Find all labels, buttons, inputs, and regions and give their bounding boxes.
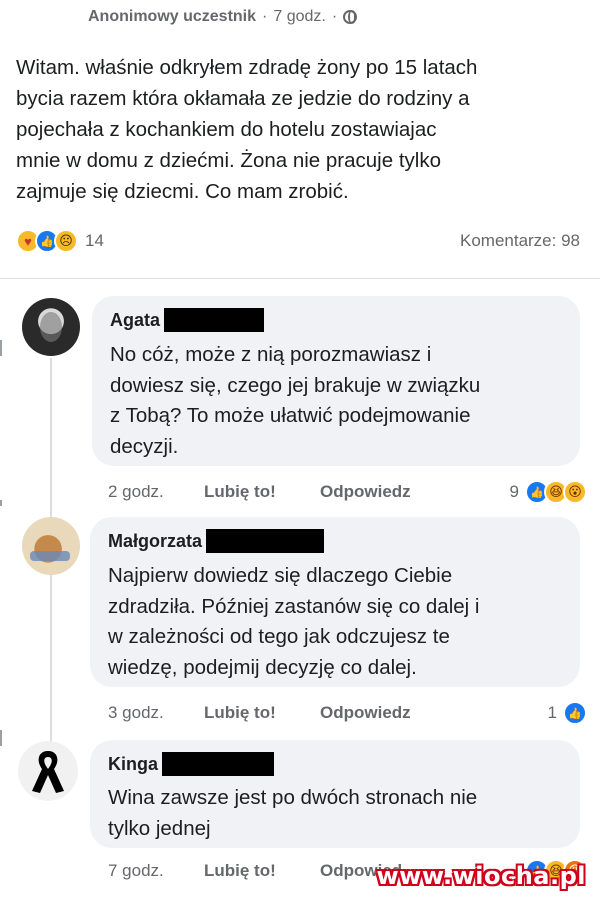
- globe-icon: [343, 10, 358, 24]
- edge-mark: [0, 730, 2, 746]
- comment-reactions[interactable]: 9 👍 😆 😮: [509, 480, 587, 504]
- comment-author[interactable]: Kinga: [108, 752, 275, 776]
- avatar[interactable]: [18, 741, 78, 801]
- separator: ·: [331, 8, 338, 25]
- separator: ·: [262, 8, 268, 25]
- comment-author[interactable]: Małgorzata: [108, 529, 325, 553]
- comment-text: No cóż, może z nią porozmawiasz i dowies…: [110, 343, 481, 458]
- comment-author[interactable]: Agata: [110, 308, 265, 332]
- post-header: Anonimowy uczestnik · 7 godz. ·: [88, 6, 358, 28]
- comment-bubble: Agata No cóż, może z nią porozmawiasz i …: [92, 296, 580, 466]
- edge-mark: [0, 340, 2, 356]
- like-button[interactable]: Lubię to!: [204, 861, 320, 881]
- comment-author-name[interactable]: Agata: [110, 310, 160, 331]
- like-icon: 👍: [563, 701, 587, 725]
- post-stats: ♥ 👍 ☹ 14 Komentarze: 98: [16, 228, 580, 254]
- post-reactions[interactable]: ♥ 👍 ☹ 14: [16, 229, 104, 253]
- comment-author-name[interactable]: Małgorzata: [108, 531, 202, 552]
- post-text: Witam. właśnie odkryłem zdradę żony po 1…: [16, 56, 478, 203]
- post-author[interactable]: Anonimowy uczestnik: [88, 8, 256, 26]
- redaction-bar: [206, 529, 325, 553]
- comment-reactions[interactable]: 1 👍: [547, 701, 587, 725]
- reply-button[interactable]: Odpowiedz: [320, 703, 411, 723]
- comment-author-name[interactable]: Kinga: [108, 754, 158, 775]
- wow-icon: 😮: [563, 480, 587, 504]
- divider: [0, 278, 600, 279]
- comment-text: Wina zawsze jest po dwóch stronach nie t…: [108, 786, 478, 840]
- mourning-ribbon-icon: [32, 751, 64, 793]
- avatar[interactable]: [22, 517, 80, 575]
- comment-actions: 2 godz. Lubię to! Odpowiedz 9 👍 😆 😮: [108, 479, 587, 505]
- reactions-count: 14: [85, 231, 104, 250]
- comment-bubble: Kinga Wina zawsze jest po dwóch stronach…: [90, 740, 580, 848]
- reactions-count: 9: [509, 482, 519, 501]
- reply-button[interactable]: Odpowiedz: [320, 482, 411, 502]
- comment-actions: 3 godz. Lubię to! Odpowiedz 1 👍: [108, 700, 587, 726]
- post-time[interactable]: 7 godz.: [273, 8, 325, 26]
- redaction-bar: [164, 308, 265, 332]
- redaction-bar: [162, 752, 275, 776]
- edge-mark: [0, 500, 2, 506]
- comment-time[interactable]: 3 godz.: [108, 703, 204, 723]
- watermark: www.wiocha.pl: [376, 862, 586, 890]
- like-button[interactable]: Lubię to!: [204, 703, 320, 723]
- like-button[interactable]: Lubię to!: [204, 482, 320, 502]
- sad-icon: ☹: [54, 229, 78, 253]
- comment-time[interactable]: 2 godz.: [108, 482, 204, 502]
- comments-count[interactable]: Komentarze: 98: [460, 231, 580, 251]
- comment-time[interactable]: 7 godz.: [108, 861, 204, 881]
- reactions-count: 1: [547, 703, 557, 722]
- avatar[interactable]: [22, 298, 80, 356]
- comment-text: Najpierw dowiedz się dlaczego Ciebie zdr…: [108, 564, 480, 679]
- comment-bubble: Małgorzata Najpierw dowiedz się dlaczego…: [90, 517, 580, 687]
